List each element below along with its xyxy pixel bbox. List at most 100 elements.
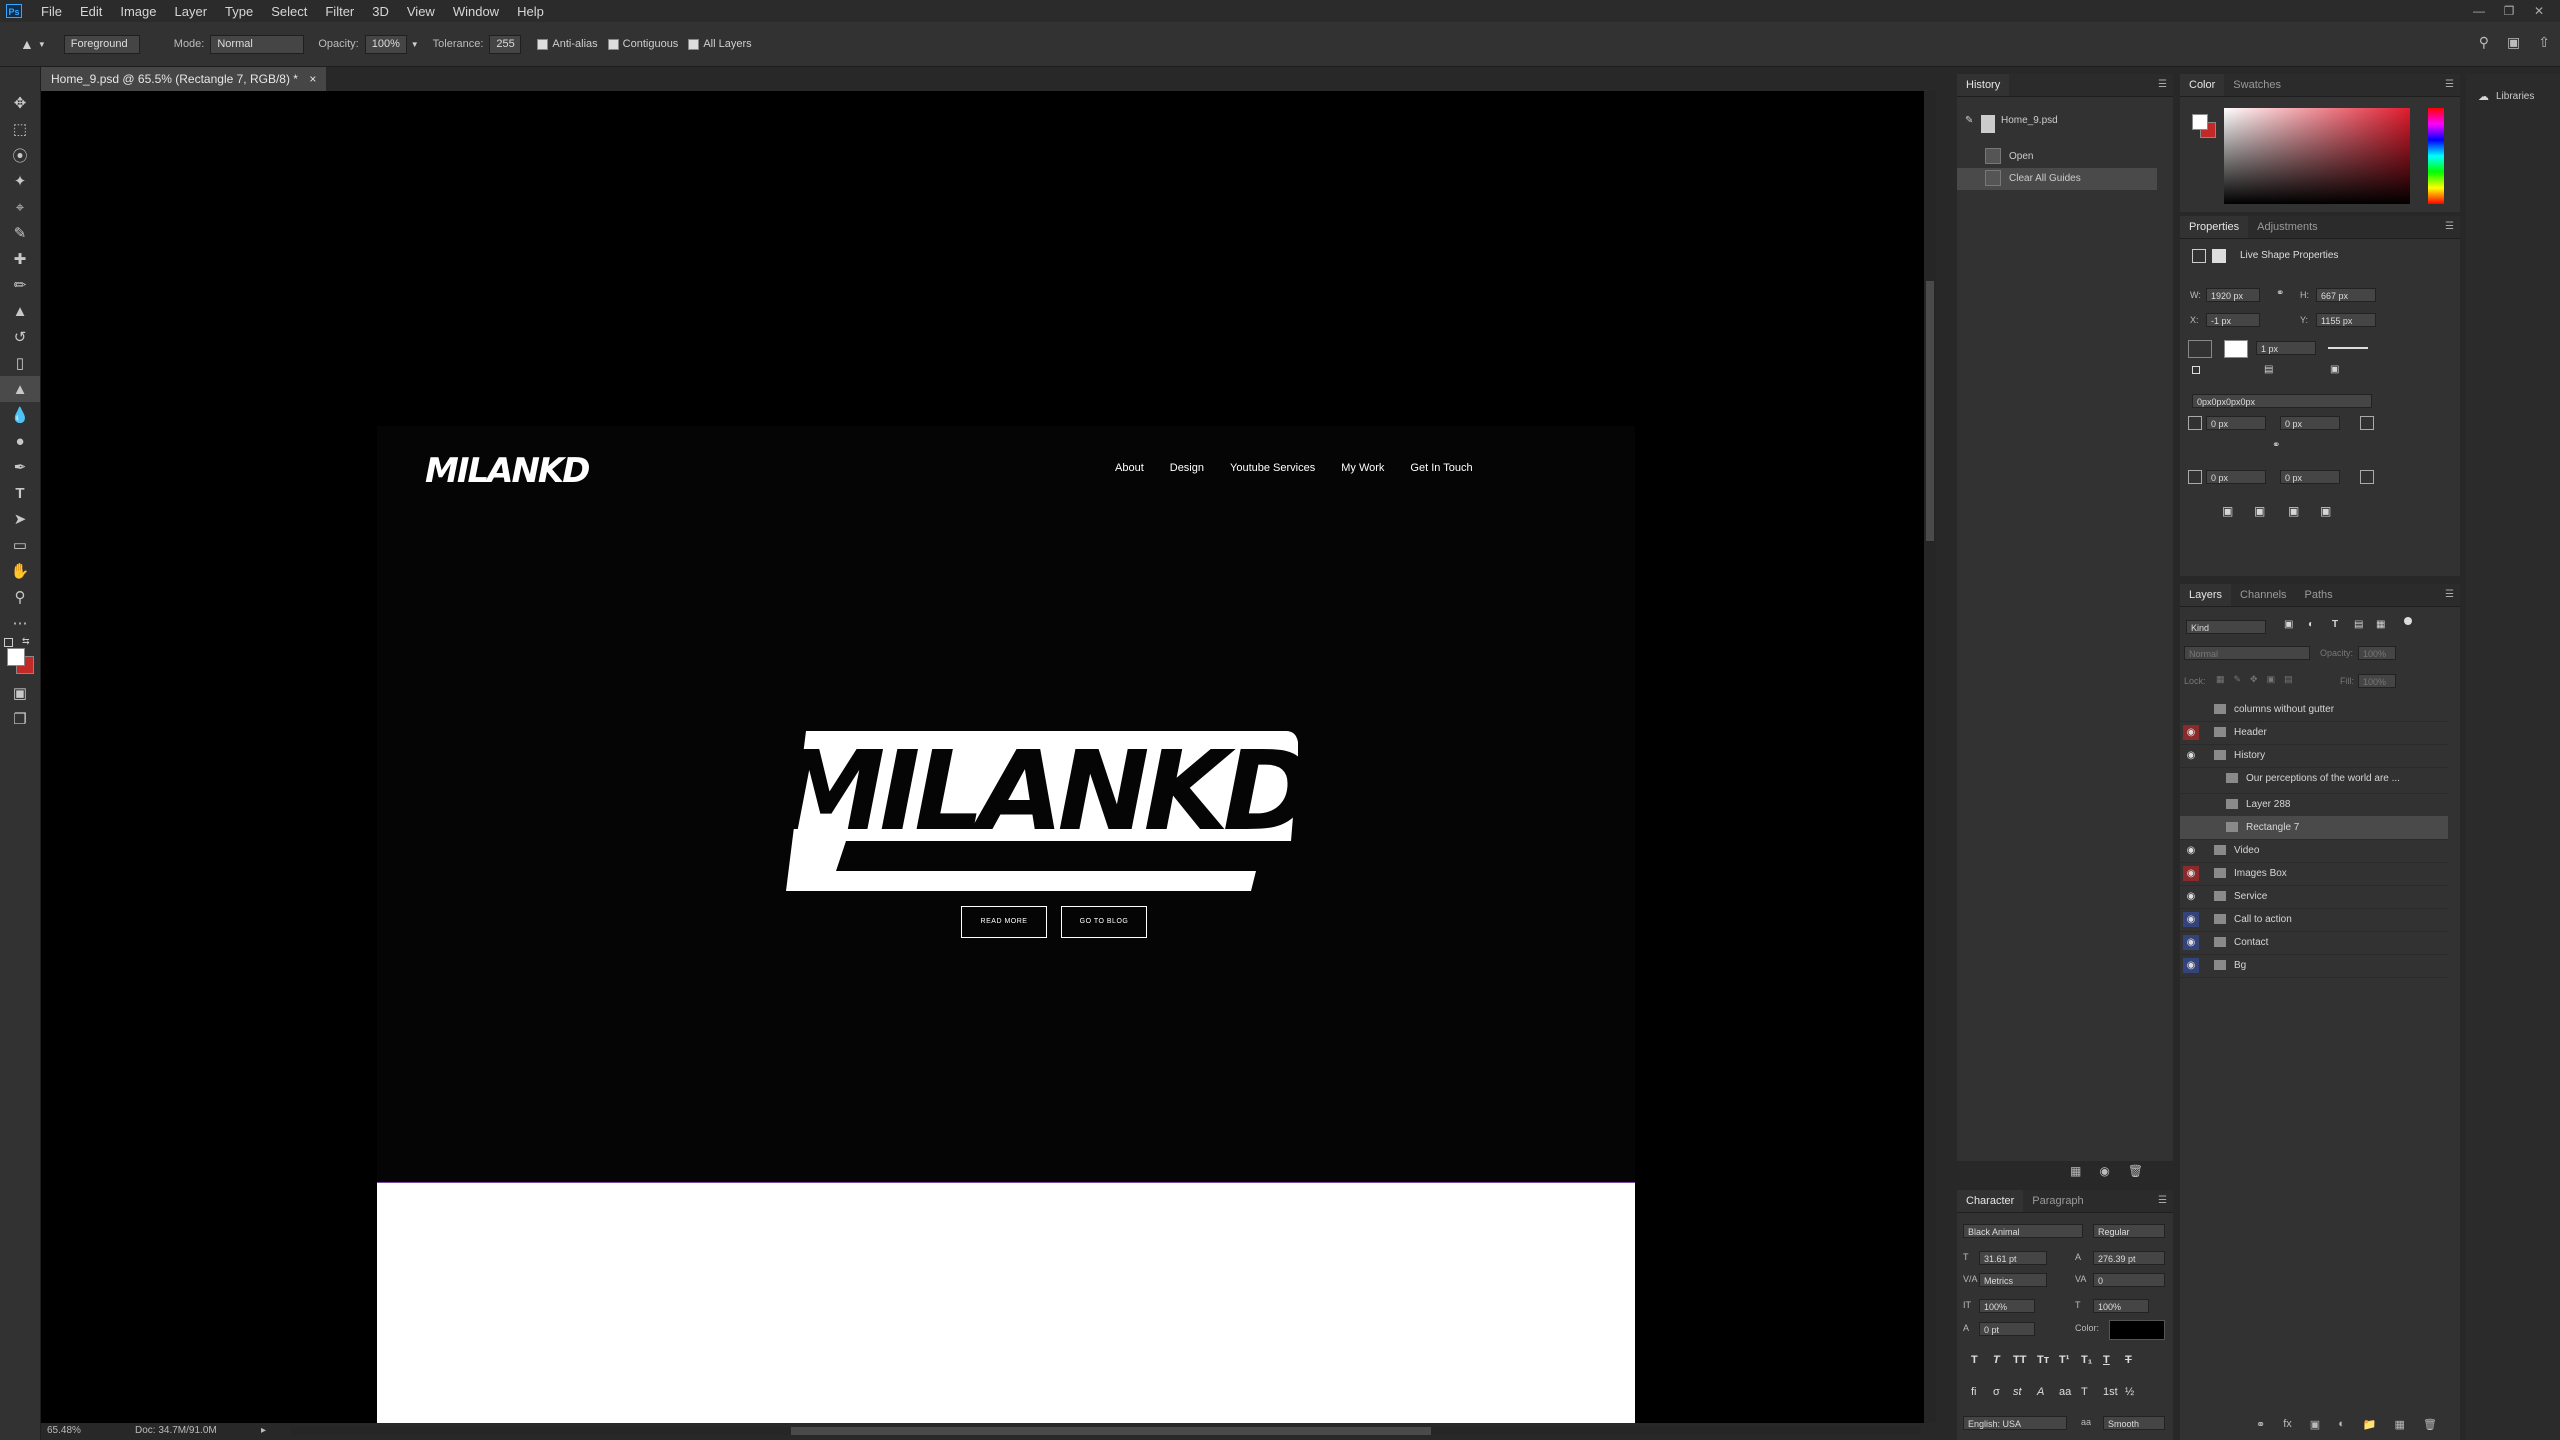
new-document-from-state-icon[interactable]: ▦ [2070,1164,2081,1178]
x-field[interactable]: -1 px [2206,313,2260,327]
language-select[interactable]: English: USA [1963,1416,2067,1430]
visibility-icon[interactable]: ◉ [2183,725,2199,740]
libraries-label[interactable]: Libraries [2496,91,2534,102]
trash-icon[interactable]: 🗑 [2128,1164,2143,1178]
tab-channels[interactable]: Channels [2231,584,2295,606]
read-more-button[interactable]: READ MORE [961,906,1047,938]
document-tab[interactable]: Home_9.psd @ 65.5% (Rectangle 7, RGB/8) … [41,67,327,91]
artboard[interactable]: MILANKD About Design Youtube Services My… [377,426,1635,1423]
layer-row[interactable]: ◉ Header [2180,721,2448,745]
panel-menu-icon[interactable]: ☰ [2445,221,2454,232]
link-layers-icon[interactable]: ⚭ [2256,1418,2265,1431]
eraser-tool-icon[interactable]: ▯ [0,350,40,376]
layer-filter-select[interactable]: Kind [2186,620,2266,634]
layer-row[interactable]: ◉ Call to action [2180,908,2448,932]
canvas-area[interactable]: MILANKD About Design Youtube Services My… [41,91,1936,1423]
tab-adjustments[interactable]: Adjustments [2248,216,2327,238]
shape-tool-icon[interactable]: ▭ [0,532,40,558]
fill-swatch[interactable] [2188,340,2212,358]
path-exclude-icon[interactable]: ▣ [2320,504,2331,518]
tolerance-field[interactable]: 255 [489,34,522,54]
menu-image[interactable]: Image [111,4,165,19]
menu-window[interactable]: Window [444,4,508,19]
subscript-button[interactable]: T₁ [2081,1354,2092,1366]
crop-tool-icon[interactable]: ⌖ [0,194,40,220]
filter-shape-icon[interactable]: ▤ [2354,619,2363,630]
zoom-tool-icon[interactable]: ⚲ [0,584,40,610]
fill-source-select[interactable]: Foreground [63,34,140,54]
history-snapshot[interactable]: ✎ Home_9.psd [1957,110,2157,140]
paint-bucket-icon[interactable]: ▲ [20,36,34,52]
path-selection-tool-icon[interactable]: ➤ [0,506,40,532]
panel-menu-icon[interactable]: ☰ [2158,79,2167,90]
delete-layer-icon[interactable]: 🗑 [2423,1418,2437,1431]
path-combine-icon[interactable]: ▣ [2222,504,2233,518]
width-field[interactable]: 1920 px [2206,288,2260,302]
faux-italic-button[interactable]: T [1993,1354,2000,1366]
marquee-tool-icon[interactable]: ⬚ [0,116,40,142]
history-step[interactable]: Open [1957,146,2157,168]
tab-paths[interactable]: Paths [2296,584,2342,606]
hand-tool-icon[interactable]: ✋ [0,558,40,584]
nav-my-work[interactable]: My Work [1341,462,1384,474]
superscript-button[interactable]: T¹ [2059,1354,2069,1366]
nav-about[interactable]: About [1115,462,1144,474]
stylistic-button[interactable]: A [2037,1386,2044,1398]
default-colors-icon[interactable] [4,638,13,647]
antialias-select[interactable]: Smooth [2103,1416,2165,1430]
visibility-icon[interactable] [2183,797,2199,812]
restore-icon[interactable]: ❐ [2494,0,2524,22]
layer-row[interactable]: ◉ History [2180,744,2448,768]
filter-pixel-icon[interactable]: ▣ [2284,619,2293,630]
tracking-select[interactable]: 0 [2093,1273,2165,1287]
panel-menu-icon[interactable]: ☰ [2445,79,2454,90]
close-icon[interactable]: ✕ [2524,0,2554,22]
history-step[interactable]: Clear All Guides [1957,168,2157,190]
chevron-down-icon[interactable]: ▼ [38,40,46,49]
share-icon[interactable]: ⇧ [2538,34,2550,51]
stroke-style-select[interactable] [2328,347,2368,349]
link-radii-icon[interactable]: ⚭ [2272,440,2280,451]
layer-fill-field[interactable]: 100% [2358,674,2396,688]
contiguous-checkbox[interactable] [607,38,619,50]
vertical-scrollbar[interactable] [1924,91,1936,1423]
pen-tool-icon[interactable]: ✒ [0,454,40,480]
filter-toggle-icon[interactable] [2404,617,2412,625]
layer-row[interactable]: ◉ Bg [2180,954,2448,978]
tab-paragraph[interactable]: Paragraph [2023,1190,2092,1212]
text-color-swatch[interactable] [2109,1320,2165,1340]
type-tool-icon[interactable]: T [0,480,40,506]
magic-wand-tool-icon[interactable]: ✦ [0,168,40,194]
filter-smart-icon[interactable]: ▦ [2376,619,2385,630]
horizontal-scroll-thumb[interactable] [791,1427,1431,1435]
nav-youtube-services[interactable]: Youtube Services [1230,462,1315,474]
visibility-icon[interactable]: ◉ [2183,958,2199,973]
radius-tr-field[interactable]: 0 px [2280,416,2340,430]
menu-file[interactable]: File [32,4,71,19]
stroke-swatch[interactable] [2224,340,2248,358]
swash-button[interactable]: st [2013,1386,2022,1398]
stroke-align-icon[interactable] [2192,366,2200,374]
blur-tool-icon[interactable]: 💧 [0,402,40,428]
small-caps-button[interactable]: Tт [2037,1354,2049,1366]
old-style-button[interactable]: σ [1993,1386,2000,1398]
paint-bucket-tool-icon[interactable]: ▲ [0,376,40,402]
mask-icon[interactable] [2212,249,2226,263]
history-brush-tool-icon[interactable]: ↺ [0,324,40,350]
faux-bold-button[interactable]: T [1971,1354,1978,1366]
stroke-corners-icon[interactable]: ▣ [2330,364,2339,375]
menu-filter[interactable]: Filter [316,4,363,19]
visibility-icon[interactable]: ◉ [2183,748,2199,763]
libraries-icon[interactable]: ☁ [2478,90,2489,103]
color-field[interactable] [2224,108,2410,204]
visibility-icon[interactable] [2183,771,2199,786]
all-layers-checkbox[interactable] [688,38,700,50]
rectangle-7[interactable] [377,1182,1635,1423]
path-subtract-icon[interactable]: ▣ [2254,504,2265,518]
workspace-icon[interactable]: ▣ [2507,34,2520,51]
font-family-select[interactable]: Black Animal [1963,1224,2083,1238]
panel-menu-icon[interactable]: ☰ [2445,589,2454,600]
quick-mask-icon[interactable]: ▣ [0,680,40,706]
stroke-width-field[interactable]: 1 px [2256,341,2316,355]
menu-select[interactable]: Select [262,4,316,19]
